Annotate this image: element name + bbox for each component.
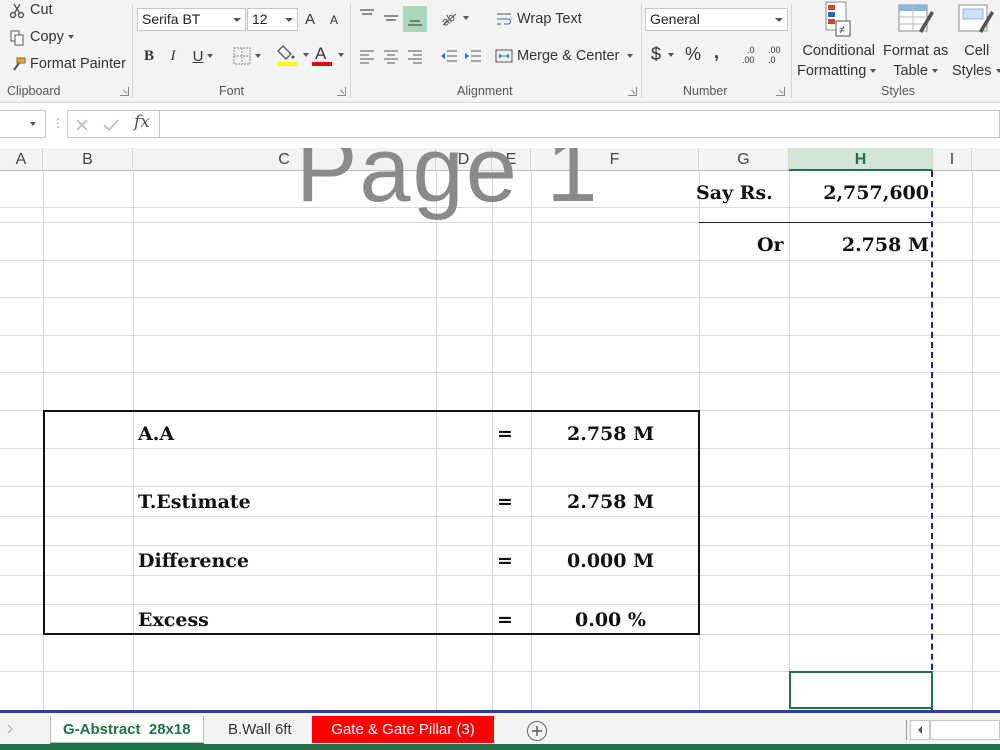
page-break-line <box>931 171 933 710</box>
increase-indent-icon[interactable] <box>462 45 484 67</box>
column-header-b[interactable]: B <box>43 148 133 171</box>
summary-equals: = <box>497 423 513 445</box>
clipboard-group-label: Clipboard <box>7 84 61 98</box>
cell-bottom-border <box>699 222 933 223</box>
svg-text:ab: ab <box>439 10 458 27</box>
borders-icon[interactable] <box>232 45 262 67</box>
increase-decimal-button[interactable]: .0.00 <box>742 45 755 65</box>
format-painter-button[interactable]: Format Painter <box>30 56 126 72</box>
or-value: 2.758 M <box>841 234 929 256</box>
decrease-decimal-button[interactable]: .00.0 <box>768 45 781 65</box>
name-box[interactable] <box>0 110 46 138</box>
scroll-tabs-left-icon[interactable] <box>4 722 16 736</box>
alignment-group-label: Alignment <box>457 84 513 98</box>
copy-button[interactable]: Copy <box>30 29 74 45</box>
name-box-dropdown-icon[interactable] <box>30 122 36 126</box>
cell-styles-icon[interactable] <box>956 0 996 38</box>
confirm-entry-icon[interactable] <box>102 116 120 134</box>
currency-button[interactable]: $ <box>651 44 675 65</box>
font-name-combo[interactable]: Serifa BT <box>137 8 246 31</box>
column-header-j[interactable] <box>972 148 1000 171</box>
underline-button[interactable]: U <box>188 44 218 68</box>
format-painter-icon[interactable] <box>9 56 27 74</box>
summary-label-t-estimate: T.Estimate <box>138 491 251 513</box>
ribbon: Cut Copy Format Painter Clipboard Serifa… <box>0 0 1000 103</box>
formula-bar-grip-icon: ⋮ <box>52 116 64 130</box>
bold-button[interactable]: B <box>140 44 158 68</box>
number-format-combo[interactable]: General <box>645 8 788 31</box>
align-top-icon[interactable] <box>357 6 377 26</box>
format-as-table-icon[interactable] <box>896 0 936 38</box>
summary-value-difference: 0.000 M <box>567 550 655 572</box>
grow-font-button[interactable]: A <box>305 11 315 28</box>
summary-value-aa: 2.758 M <box>567 423 655 445</box>
summary-equals: = <box>497 550 513 572</box>
align-bottom-icon[interactable] <box>403 6 427 32</box>
copy-icon[interactable] <box>8 29 26 47</box>
status-bar <box>0 744 1000 750</box>
cell-styles-button[interactable]: Cell Styles <box>952 41 1000 81</box>
font-size-combo[interactable]: 12 <box>247 8 298 31</box>
shrink-font-button[interactable]: A <box>330 13 338 27</box>
summary-label-aa: A.A <box>138 423 175 445</box>
format-as-table-button[interactable]: Format as Table <box>883 41 948 81</box>
font-group-label: Font <box>219 84 245 98</box>
selected-cell[interactable] <box>789 671 933 709</box>
say-rs-value: 2,757,600 <box>823 182 929 204</box>
styles-group-label: Styles <box>881 84 916 98</box>
orientation-icon[interactable]: ab <box>438 8 470 28</box>
summary-equals: = <box>497 491 513 513</box>
insert-function-button[interactable]: fx <box>134 112 150 132</box>
align-center-icon[interactable] <box>381 45 401 67</box>
decrease-indent-icon[interactable] <box>438 45 460 67</box>
column-header-a[interactable]: A <box>0 148 43 171</box>
or-label: Or <box>757 234 784 256</box>
font-launcher-icon[interactable] <box>337 87 346 96</box>
sheet-tab-gate-pillar[interactable]: Gate & Gate Pillar (3) <box>312 716 494 743</box>
merge-center-icon[interactable] <box>494 45 514 67</box>
say-rs-label: Say Rs. <box>696 182 773 204</box>
scissors-icon[interactable] <box>8 2 26 20</box>
column-header-g[interactable]: G <box>699 148 789 171</box>
align-middle-icon[interactable] <box>381 6 401 30</box>
merge-center-button[interactable]: Merge & Center <box>517 48 634 64</box>
worksheet-grid[interactable]: A B C D E F G H I Page 1 Say Rs. 2,757,6… <box>0 148 1000 710</box>
summary-equals: = <box>497 609 513 631</box>
conditional-formatting-button[interactable]: Conditional Formatting <box>797 41 877 81</box>
percent-button[interactable]: % <box>685 44 701 65</box>
formula-input[interactable] <box>159 110 1000 138</box>
horizontal-scrollbar[interactable] <box>930 720 1000 740</box>
number-group-label: Number <box>683 84 728 98</box>
svg-text:A: A <box>315 44 327 63</box>
align-left-icon[interactable] <box>357 45 377 67</box>
fill-color-icon[interactable] <box>276 42 310 68</box>
wrap-text-icon[interactable] <box>494 8 514 30</box>
sheet-tab-b-wall[interactable]: B.Wall 6ft <box>216 716 304 743</box>
summary-label-difference: Difference <box>138 550 249 572</box>
italic-button[interactable]: I <box>164 44 182 68</box>
sheet-tab-g-abstract[interactable]: G-Abstract 28x18 <box>50 716 204 743</box>
column-header-h[interactable]: H <box>789 148 933 171</box>
column-header-i[interactable]: I <box>933 148 972 171</box>
clipboard-launcher-icon[interactable] <box>120 87 129 96</box>
align-right-icon[interactable] <box>405 45 425 67</box>
formula-bar: ⋮ fx <box>0 107 1000 141</box>
summary-value-t-estimate: 2.758 M <box>567 491 655 513</box>
alignment-launcher-icon[interactable] <box>628 87 637 96</box>
comma-button[interactable]: , <box>714 42 719 63</box>
font-color-icon[interactable]: A <box>311 42 345 68</box>
wrap-text-button[interactable]: Wrap Text <box>517 11 582 27</box>
cancel-entry-icon[interactable] <box>73 116 91 134</box>
page-watermark: Page 1 <box>296 148 600 221</box>
number-launcher-icon[interactable] <box>776 87 785 96</box>
scroll-left-icon[interactable] <box>910 720 930 740</box>
summary-value-excess: 0.00 % <box>575 609 646 631</box>
svg-text:≠: ≠ <box>839 24 845 36</box>
conditional-formatting-icon[interactable]: ≠ <box>820 0 856 38</box>
add-sheet-icon[interactable] <box>527 721 547 741</box>
cut-button[interactable]: Cut <box>30 2 53 18</box>
summary-label-excess: Excess <box>138 609 209 631</box>
